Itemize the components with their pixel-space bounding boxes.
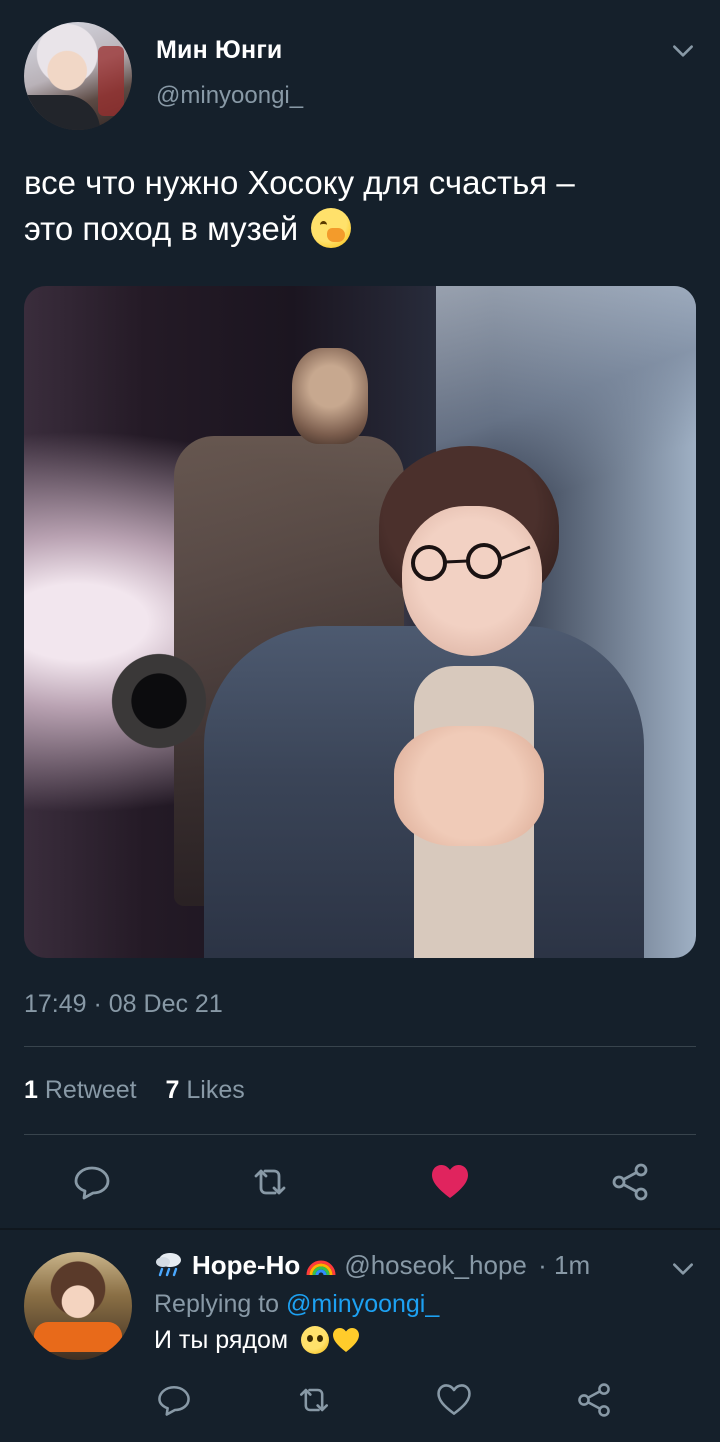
- like-button[interactable]: [434, 1380, 474, 1420]
- retweet-label[interactable]: Retweet: [45, 1076, 137, 1104]
- retweet-button[interactable]: [248, 1160, 292, 1204]
- author-avatar[interactable]: [24, 22, 132, 130]
- tweet-text: все что нужно Хосоку для счастья – это п…: [24, 160, 696, 252]
- reply-button[interactable]: [154, 1380, 194, 1420]
- author-handle[interactable]: @minyoongi_: [156, 82, 303, 110]
- reply-actions: [154, 1380, 634, 1420]
- reply-author-avatar[interactable]: [24, 1252, 132, 1360]
- retweet-icon: [300, 1388, 328, 1412]
- photo-person-glasses: [411, 543, 531, 581]
- share-button[interactable]: [608, 1160, 652, 1204]
- yellow-heart-icon: [333, 1328, 360, 1352]
- photo-robot-head: [292, 348, 368, 444]
- photo-robot-gun: [104, 646, 214, 756]
- rainbow-icon: [306, 1260, 336, 1276]
- reply-icon: [158, 1386, 190, 1416]
- avatar-scarf: [34, 1322, 122, 1352]
- reply-header: Hope-Ho @hoseok_hope · 1m: [154, 1250, 590, 1281]
- pleading-face-icon: [301, 1326, 330, 1354]
- reply-text: И ты рядом: [154, 1326, 361, 1355]
- retweet-count[interactable]: 1: [24, 1076, 38, 1104]
- heart-filled-icon: [432, 1165, 468, 1198]
- cloud-with-rain-icon: [156, 1253, 181, 1277]
- heart-outline-icon: [437, 1384, 471, 1415]
- tweet-actions: [70, 1160, 670, 1204]
- retweet-button[interactable]: [294, 1380, 334, 1420]
- tweet-text-line-2: это поход в музей: [24, 206, 696, 252]
- share-button[interactable]: [574, 1380, 614, 1420]
- retweet-icon: [254, 1169, 286, 1195]
- like-count[interactable]: 7: [166, 1076, 180, 1104]
- photo-person-face: [402, 506, 542, 656]
- author-name[interactable]: Мин Юнги: [156, 36, 283, 65]
- tweet-stats: 1 Retweet 7 Likes: [24, 1076, 267, 1105]
- share-icon: [612, 1163, 648, 1201]
- section-divider: [0, 1228, 720, 1230]
- tweet-header: Мин Юнги @minyoongi_: [24, 22, 696, 130]
- reply-time: · 1m: [538, 1250, 591, 1280]
- reply-text-content: И ты рядом: [154, 1326, 289, 1354]
- photo-person-hands: [394, 726, 544, 846]
- chevron-down-icon[interactable]: [670, 38, 696, 64]
- like-button[interactable]: [428, 1160, 472, 1204]
- chevron-down-icon[interactable]: [670, 1256, 696, 1282]
- avatar-background-detail: [98, 46, 124, 116]
- share-icon: [578, 1383, 610, 1417]
- reply-author-name[interactable]: Hope-Ho: [192, 1250, 300, 1280]
- reply-author-handle[interactable]: @hoseok_hope: [344, 1250, 527, 1280]
- tweet-text-line-2-text: это поход в музей: [24, 210, 299, 247]
- reply-icon: [74, 1166, 110, 1200]
- replying-to-handle[interactable]: @minyoongi_: [286, 1290, 439, 1318]
- tweet-timestamp[interactable]: 17:49 · 08 Dec 21: [24, 990, 223, 1019]
- tweet-text-line-1: все что нужно Хосоку для счастья –: [24, 164, 575, 201]
- face-with-hand-over-mouth-icon: [311, 208, 352, 248]
- avatar-shirt: [24, 95, 100, 130]
- tweet-photo[interactable]: [24, 286, 696, 958]
- like-label[interactable]: Likes: [186, 1076, 244, 1104]
- replying-to-line: Replying to @minyoongi_: [154, 1290, 439, 1319]
- divider: [24, 1046, 696, 1047]
- reply-button[interactable]: [70, 1160, 114, 1204]
- replying-prefix: Replying to: [154, 1290, 280, 1318]
- divider: [24, 1134, 696, 1135]
